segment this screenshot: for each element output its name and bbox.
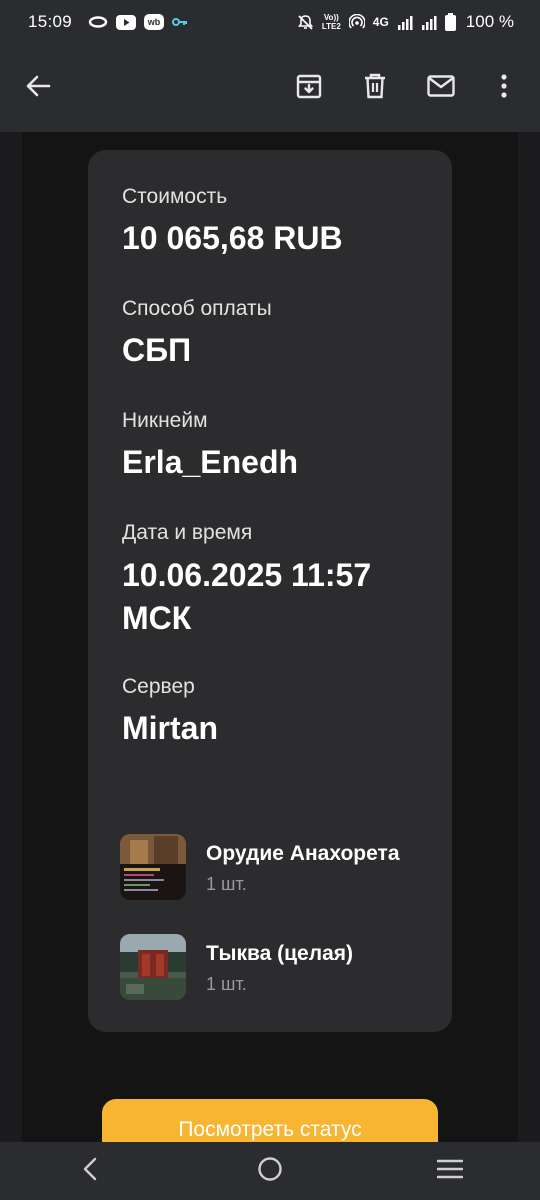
signal-icon-2 [421,15,437,30]
price-value: 10 065,68 RUB [122,220,343,256]
back-button[interactable] [16,66,60,110]
clock: 15:09 [28,12,73,31]
status-bar-left: 15:09 wb [28,12,188,32]
product-name: Орудие Анахорета [206,842,400,865]
nav-recents-button[interactable] [420,1149,480,1193]
volte-icon: Vo)) LTE2 [322,13,341,31]
nav-recents-icon [436,1159,464,1184]
datetime-value: 10.06.2025 11:57 МСК [122,557,372,636]
loop-app-icon [88,15,108,29]
price-label: Стоимость [122,185,228,208]
mark-unread-button[interactable] [419,66,463,110]
archive-icon [296,73,322,104]
wildberries-app-icon: wb [144,14,165,30]
server-field: Сервер Mirtan [122,674,218,748]
more-vert-icon [500,73,508,103]
product-item: Тыква (целая) 1 шт. [120,934,440,1004]
payment-method-label: Способ оплаты [122,297,272,320]
delete-icon [363,73,387,104]
product-thumbnail [120,934,186,1000]
volte-label: Vo)) [323,13,339,22]
hotspot-icon [348,14,365,30]
lte-label: LTE2 [321,22,341,31]
mark-unread-icon [427,74,455,102]
product-name: Тыква (целая) [206,942,353,965]
app-bar [0,44,540,132]
order-details-card: Стоимость 10 065,68 RUB Способ оплаты СБ… [88,150,452,1032]
youtube-icon [116,14,137,30]
nickname-field: Никнейм Erla_Enedh [122,408,298,482]
signal-icon-1 [397,15,413,30]
archive-button[interactable] [287,66,331,110]
nav-home-icon [257,1156,283,1187]
product-thumbnail [120,834,186,900]
key-icon [172,17,188,27]
server-value: Mirtan [122,710,218,746]
nav-back-button[interactable] [60,1149,120,1193]
server-label: Сервер [122,675,195,698]
system-nav-bar [0,1142,540,1200]
nav-back-icon [83,1157,97,1186]
nickname-label: Никнейм [122,409,208,432]
datetime-label: Дата и время [122,521,253,544]
battery-percent: 100 % [465,12,514,31]
datetime-field: Дата и время 10.06.2025 11:57 МСК [122,520,371,640]
back-arrow-icon [25,74,51,103]
status-bar-right: Vo)) LTE2 4G 100 % [297,12,514,32]
delete-button[interactable] [353,66,397,110]
more-options-button[interactable] [482,66,526,110]
status-bar: 15:09 wb Vo)) LTE2 4G 100 % [0,0,540,44]
price-field: Стоимость 10 065,68 RUB [122,184,343,258]
product-quantity: 1 шт. [206,874,247,894]
network-type: 4G [372,15,389,29]
product-quantity: 1 шт. [206,974,247,994]
battery-icon [444,13,456,31]
nickname-value: Erla_Enedh [122,444,299,480]
nav-home-button[interactable] [240,1149,300,1193]
payment-method-field: Способ оплаты СБП [122,296,272,370]
mute-icon [297,14,314,31]
product-item: Орудие Анахорета 1 шт. [120,834,440,904]
payment-method-value: СБП [122,332,192,368]
